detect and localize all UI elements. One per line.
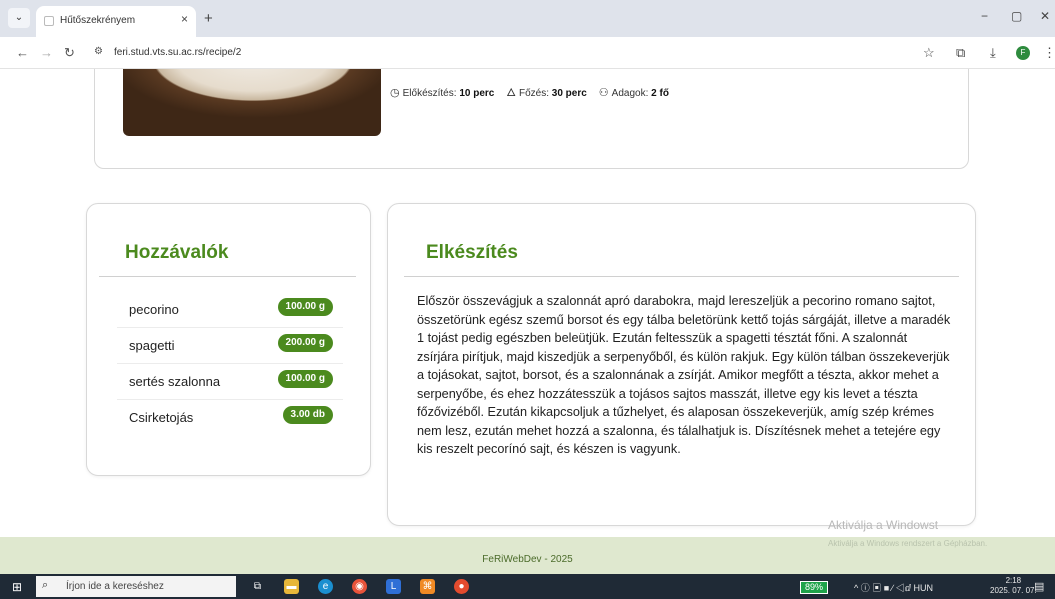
taskbar-search-input[interactable]: ⌕ Írjon ide a kereséshez (36, 576, 236, 597)
ingredient-name: Csirketojás (129, 410, 194, 425)
favicon-icon (44, 16, 54, 26)
ingredient-row: pecorino 100.00 g (117, 292, 343, 328)
ingredient-amount-badge: 100.00 g (277, 298, 333, 316)
activation-watermark-sub: Aktiválja a Windows rendszert a Gépházba… (828, 539, 988, 548)
tab-title: Hűtőszekrényem (60, 15, 136, 26)
windows-start-icon[interactable]: ⊞ (12, 580, 22, 594)
ingredients-list: pecorino 100.00 g spagetti 200.00 g sert… (117, 292, 343, 436)
divider (99, 276, 356, 277)
app-icon[interactable]: ● (454, 579, 469, 594)
ingredient-amount-badge: 200.00 g (277, 334, 333, 352)
reload-icon[interactable]: ↻ (64, 45, 75, 61)
clock-time: 2:18 (1005, 576, 1022, 585)
battery-indicator[interactable]: 89% (800, 581, 829, 594)
preparation-card: Elkészítés Először összevágjuk a szalonn… (387, 203, 976, 526)
ingredient-amount-badge: 3.00 db (282, 406, 333, 424)
back-arrow-icon[interactable]: ← (16, 45, 29, 60)
maximize-button[interactable]: ▢ (1011, 9, 1022, 23)
ingredient-name: spagetti (129, 338, 175, 353)
minimize-button[interactable]: − (981, 9, 988, 23)
bookmark-star-icon[interactable]: ☆ (923, 45, 935, 61)
ingredient-name: pecorino (129, 302, 179, 317)
forward-arrow-icon[interactable]: → (40, 45, 53, 60)
file-explorer-icon[interactable]: ▬ (284, 579, 299, 594)
search-icon: ⌕ (42, 579, 49, 591)
footer-text: FeRiWebDev - 2025 (482, 554, 573, 565)
activation-watermark: Aktiválja a Windowst (828, 518, 939, 532)
app-l-icon[interactable]: L (386, 579, 401, 594)
ingredient-row: Csirketojás 3.00 db (117, 400, 343, 436)
taskbar: ⊞ ⌕ Írjon ide a kereséshez ⧉ ▬ e ◉ L ⌘ ●… (0, 574, 1055, 599)
ingredients-card: Hozzávalók pecorino 100.00 g spagetti 20… (86, 203, 371, 476)
preparation-text: Először összevágjuk a szalonnát apró dar… (417, 294, 951, 456)
url-text[interactable]: feri.stud.vts.su.ac.rs/recipe/2 (114, 47, 241, 58)
address-bar: ← → ↻ ⚙ feri.stud.vts.su.ac.rs/recipe/2 … (0, 37, 1055, 69)
chrome-icon[interactable]: ◉ (352, 579, 367, 594)
flame-icon: 🜂 (506, 87, 516, 99)
profile-avatar[interactable]: F (1016, 46, 1030, 60)
notification-icon[interactable]: ▤ (1034, 580, 1044, 593)
ingredients-title: Hozzávalók (125, 242, 229, 263)
tab-search-icon[interactable]: ⌄ (8, 8, 30, 28)
cook-time: 🜂 Főzés: 30 perc (506, 87, 587, 99)
search-placeholder: Írjon ide a kereséshez (66, 581, 164, 592)
ingredient-amount-badge: 100.00 g (277, 370, 333, 388)
servings: ⚇ Adagok: 2 fő (598, 86, 669, 99)
browser-tab[interactable]: Hűtőszekrényem × (36, 6, 196, 37)
url-field[interactable]: ⚙ feri.stud.vts.su.ac.rs/recipe/2 (88, 42, 908, 64)
ingredient-name: sertés szalonna (129, 374, 221, 389)
recipe-image (123, 69, 381, 136)
browser-tabbar: ⌄ Hűtőszekrényem × + − ▢ ✕ (0, 0, 1055, 37)
recipe-meta: ◷ Előkészítés: 10 perc 🜂 Főzés: 30 perc ⚇ A… (390, 81, 681, 103)
clock-icon: ◷ (390, 86, 400, 99)
clock-date: 2025. 07. 07. (990, 586, 1037, 595)
tab-close-icon[interactable]: × (181, 12, 188, 26)
ingredient-row: spagetti 200.00 g (117, 328, 343, 364)
page-viewport: ◷ Előkészítés: 10 perc 🜂 Főzés: 30 perc ⚇ A… (0, 69, 1055, 537)
people-icon: ⚇ (598, 86, 609, 99)
xampp-icon[interactable]: ⌘ (420, 579, 435, 594)
close-window-button[interactable]: ✕ (1040, 9, 1050, 23)
recipe-header-card: ◷ Előkészítés: 10 perc 🜂 Főzés: 30 perc ⚇ A… (94, 69, 969, 169)
page-footer: Aktiválja a Windows rendszert a Gépházba… (0, 537, 1055, 574)
extensions-icon[interactable]: ⧉ (956, 45, 965, 61)
download-icon[interactable]: ⤓ (990, 45, 996, 61)
edge-icon[interactable]: e (318, 579, 333, 594)
clock[interactable]: 2:18 2025. 07. 07. (990, 576, 1037, 596)
site-info-icon[interactable]: ⚙ (94, 46, 103, 57)
divider (404, 276, 959, 277)
menu-kebab-icon[interactable]: ⋮ (1043, 45, 1055, 61)
ingredient-row: sertés szalonna 100.00 g (117, 364, 343, 400)
new-tab-button[interactable]: + (204, 10, 213, 27)
task-view-icon[interactable]: ⧉ (250, 579, 265, 594)
prep-time: ◷ Előkészítés: 10 perc (390, 86, 495, 99)
preparation-title: Elkészítés (426, 242, 518, 263)
system-tray[interactable]: ^ ⓘ ▣ ■ ∕ ◁ⅆ HUN (854, 581, 933, 594)
